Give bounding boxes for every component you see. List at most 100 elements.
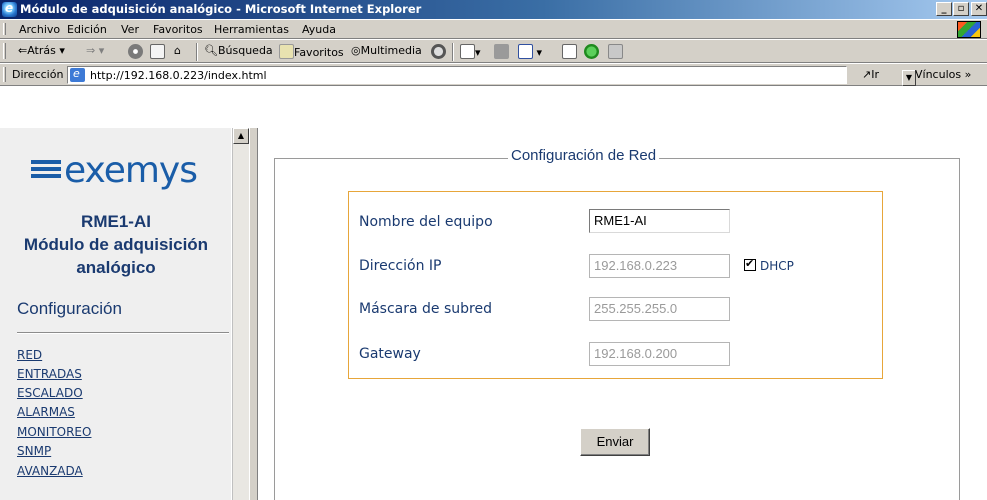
nav-link-red[interactable]: RED	[17, 348, 42, 362]
toolbar-separator	[452, 43, 454, 61]
close-button[interactable]: ✕	[971, 2, 987, 16]
device-description-line-2: analógico	[76, 258, 156, 277]
device-name: RME1-AI	[81, 212, 151, 231]
address-url[interactable]: http://192.168.0.223/index.html	[90, 69, 267, 82]
back-label: Atrás	[27, 44, 56, 57]
print-button[interactable]	[494, 44, 509, 59]
minimize-button[interactable]: _	[936, 2, 952, 16]
nav-link-monitoreo[interactable]: MONITOREO	[17, 425, 91, 439]
checkbox-checked-icon[interactable]	[744, 257, 756, 271]
research-icon	[608, 44, 623, 59]
forward-button[interactable]: ⇒ ▾	[86, 44, 104, 57]
stop-button[interactable]	[128, 44, 143, 59]
go-label: Ir	[871, 68, 879, 81]
history-button[interactable]	[431, 44, 446, 59]
title-bar: Módulo de adquisición analógico - Micros…	[0, 0, 987, 19]
address-label: Dirección	[12, 68, 64, 81]
configuration-divider	[17, 332, 229, 334]
messenger-button[interactable]	[584, 44, 599, 59]
address-grip	[3, 67, 6, 82]
subnet-mask-label: Máscara de subred	[359, 301, 492, 317]
go-arrow-icon: ↗	[862, 68, 872, 81]
nav-link-avanzada[interactable]: AVANZADA	[17, 464, 83, 478]
menu-ayuda[interactable]: Ayuda	[302, 23, 336, 36]
print-icon	[494, 44, 509, 59]
device-name-input[interactable]: RME1-AI	[589, 209, 730, 233]
window-title: Módulo de adquisición analógico - Micros…	[20, 2, 422, 16]
frame-divider[interactable]	[249, 128, 258, 500]
refresh-icon	[150, 44, 165, 59]
address-bar: Dirección http://192.168.0.223/index.htm…	[0, 63, 987, 86]
nav-link-snmp[interactable]: SNMP	[17, 444, 51, 458]
address-input[interactable]: http://192.168.0.223/index.html ▼	[67, 66, 916, 86]
logo-wordmark: exemys	[64, 150, 198, 191]
search-label: Búsqueda	[217, 44, 273, 57]
favorites-button[interactable]: Favoritos	[279, 44, 344, 59]
links-button[interactable]: Vínculos »	[915, 68, 971, 81]
menu-bar: Archivo Edición Ver Favoritos Herramient…	[0, 19, 987, 39]
back-arrow-icon: ⇐	[18, 44, 28, 57]
home-icon: ⌂	[174, 44, 181, 57]
menu-herramientas[interactable]: Herramientas	[214, 23, 289, 36]
word-edit-icon	[518, 44, 533, 59]
device-description-line-1: Módulo de adquisición	[23, 235, 209, 254]
configuration-heading: Configuración	[17, 299, 122, 318]
discuss-button[interactable]	[562, 44, 577, 59]
go-button[interactable]: ↗Ir	[862, 68, 879, 81]
gateway-input: 192.168.0.200	[589, 342, 730, 366]
exemys-logo-mark	[31, 160, 61, 178]
multimedia-button[interactable]: ◎Multimedia	[351, 44, 422, 57]
submit-button[interactable]: Enviar	[580, 428, 650, 456]
search-icon: 🔍︎	[204, 44, 218, 57]
discuss-icon	[562, 44, 577, 59]
forward-arrow-icon: ⇒	[86, 44, 96, 57]
menu-ver[interactable]: Ver	[121, 23, 139, 36]
exemys-logo: exemys	[31, 150, 198, 191]
restore-button[interactable]: ▫	[953, 2, 969, 16]
ip-address-label: Dirección IP	[359, 258, 442, 274]
network-config-legend: Configuración de Red	[508, 147, 660, 164]
edit-button[interactable]: ▾	[518, 44, 542, 59]
history-icon	[431, 44, 446, 59]
mail-dropdown-icon[interactable]: ▾	[475, 46, 481, 59]
research-button[interactable]	[608, 44, 623, 59]
links-label: Vínculos	[915, 68, 962, 81]
toolbar-grip	[3, 43, 6, 59]
scroll-up-icon[interactable]: ▲	[233, 128, 249, 144]
nav-link-escalado[interactable]: ESCALADO	[17, 386, 83, 400]
toolbar-separator	[196, 43, 198, 61]
back-button[interactable]: ⇐Atrás ▾	[18, 44, 65, 57]
search-button[interactable]: 🔍︎Búsqueda	[204, 44, 273, 57]
stop-icon	[128, 44, 143, 59]
chevron-right-icon: »	[961, 68, 972, 81]
windows-logo-icon	[957, 21, 981, 38]
mail-button[interactable]: ▾	[460, 44, 481, 59]
dhcp-label: DHCP	[760, 259, 794, 273]
back-dropdown-icon[interactable]: ▾	[59, 44, 65, 57]
mail-icon	[460, 44, 475, 59]
menu-archivo[interactable]: Archivo	[19, 23, 60, 36]
internet-explorer-icon	[2, 1, 17, 17]
edit-dropdown-icon[interactable]: ▾	[537, 46, 543, 59]
favorites-label: Favoritos	[294, 46, 344, 59]
nav-link-entradas[interactable]: ENTRADAS	[17, 367, 82, 381]
gateway-label: Gateway	[359, 346, 421, 362]
multimedia-icon: ◎	[351, 44, 361, 57]
address-dropdown-button[interactable]: ▼	[902, 70, 916, 86]
ip-address-input: 192.168.0.223	[589, 254, 730, 278]
multimedia-label: Multimedia	[360, 44, 422, 57]
menu-favoritos[interactable]: Favoritos	[153, 23, 203, 36]
favorites-icon	[279, 44, 294, 59]
menu-edicion[interactable]: Edición	[67, 23, 107, 36]
navigation-scrollbar[interactable]: ▲	[232, 128, 249, 500]
home-button[interactable]: ⌂	[174, 44, 181, 57]
messenger-icon	[584, 44, 599, 59]
dhcp-checkbox[interactable]: DHCP	[744, 257, 794, 273]
forward-dropdown-icon[interactable]: ▾	[99, 44, 105, 57]
nav-link-alarmas[interactable]: ALARMAS	[17, 405, 75, 419]
refresh-button[interactable]	[150, 44, 165, 59]
subnet-mask-input: 255.255.255.0	[589, 297, 730, 321]
device-name-label: Nombre del equipo	[359, 214, 493, 230]
page-icon	[70, 67, 85, 82]
standard-toolbar: ⇐Atrás ▾ ⇒ ▾ ⌂ 🔍︎Búsqueda Favoritos ◎Mul…	[0, 39, 987, 63]
